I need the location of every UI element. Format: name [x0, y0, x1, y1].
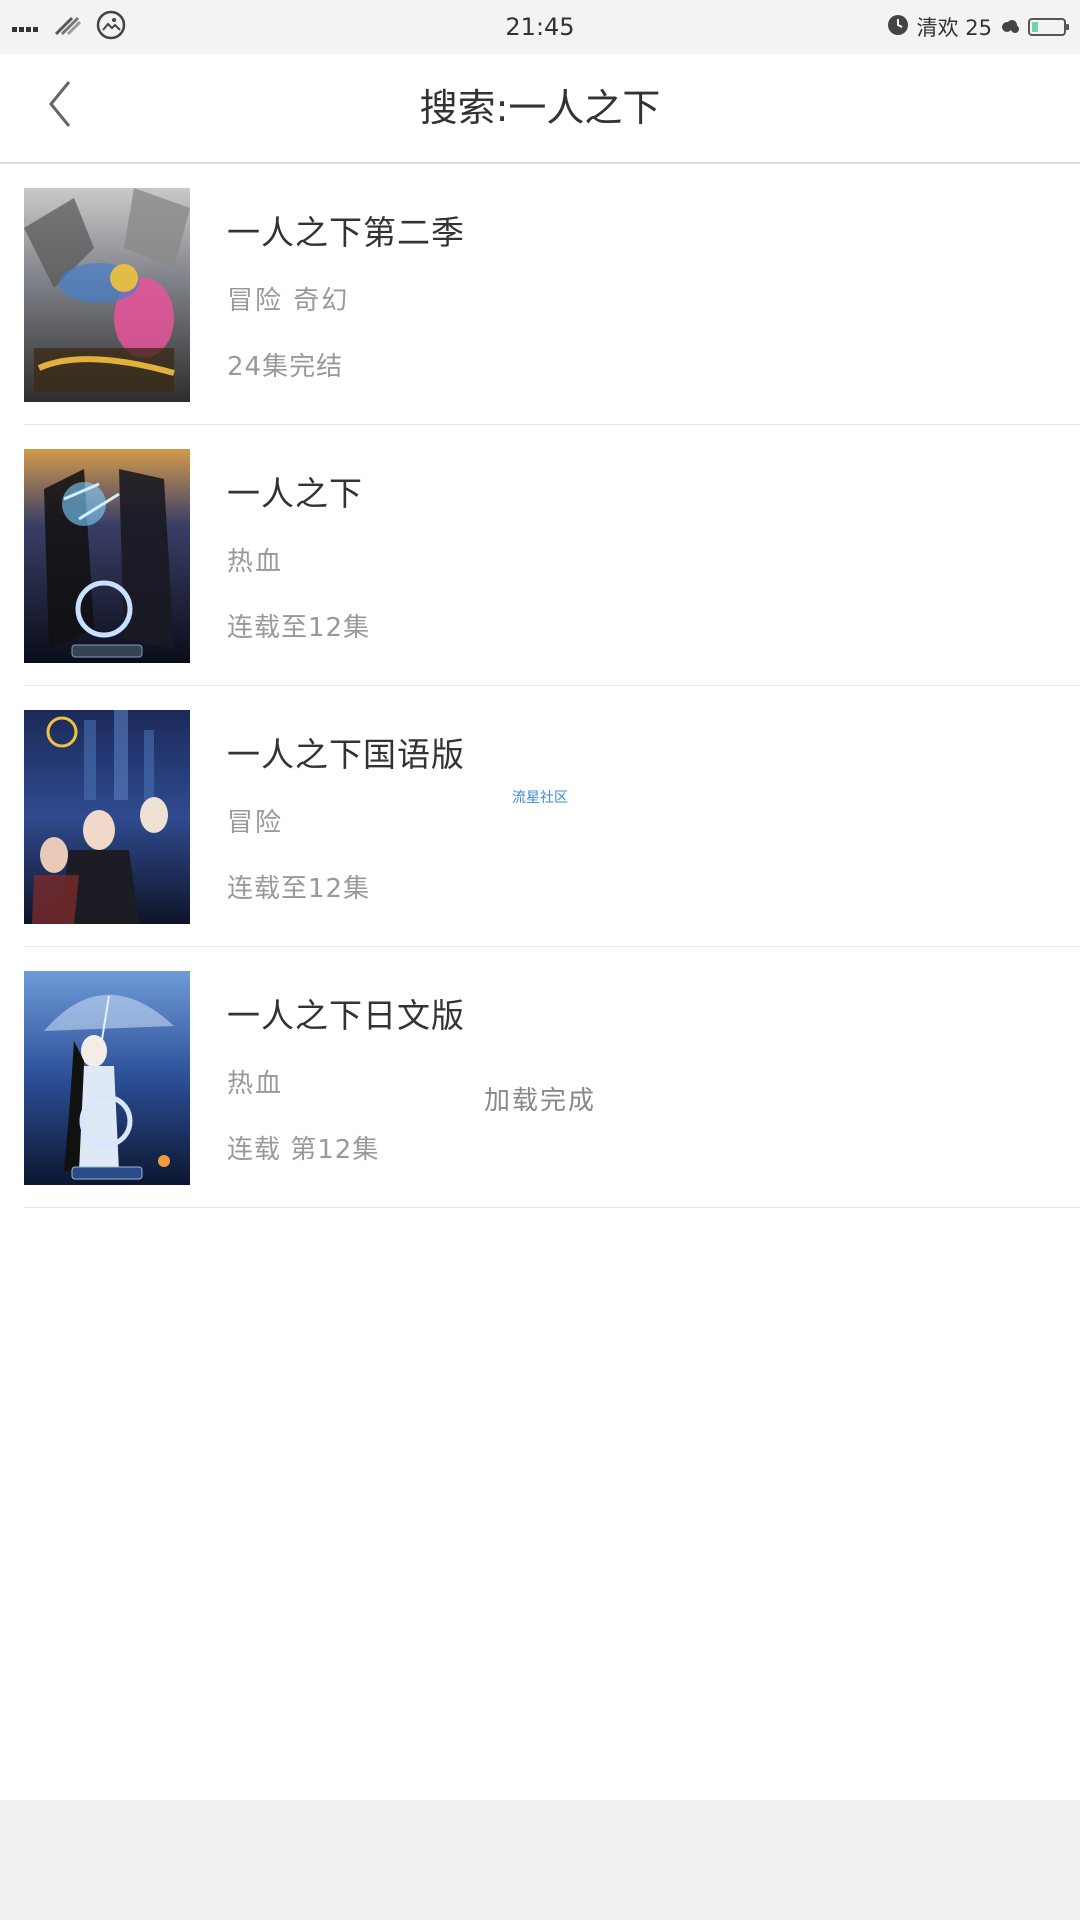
result-item-3[interactable]: 一人之下国语版 冒险 连载至12集 — [24, 686, 1080, 947]
result-item-2[interactable]: 一人之下 热血 连载至12集 — [24, 425, 1080, 686]
result-status: 连载至12集 — [227, 874, 371, 904]
watermark-text: 流星社区 — [512, 790, 568, 806]
result-title: 一人之下 — [227, 474, 363, 513]
result-title: 一人之下日文版 — [227, 996, 465, 1035]
top-app-bar: 搜索:一人之下 — [0, 54, 1080, 164]
weather-text: 清欢 25 — [916, 16, 992, 40]
result-title: 一人之下第二季 — [227, 213, 465, 252]
screen: 21:45 清欢 25 搜索:一人之下 一人之下第二季 冒险 奇幻 24集完结 … — [0, 0, 1080, 1920]
load-complete-label: 加载完成 — [483, 1086, 596, 1116]
result-title: 一人之下国语版 — [227, 735, 465, 774]
status-bar: 21:45 清欢 25 — [0, 0, 1080, 54]
battery-icon — [1028, 18, 1069, 36]
weather-icon — [1000, 15, 1020, 39]
result-item-4[interactable]: 一人之下日文版 热血 连载 第12集 — [24, 947, 1080, 1208]
clock-icon — [887, 14, 909, 41]
bottom-blank-area — [0, 1800, 1080, 1920]
result-status: 连载 第12集 — [227, 1135, 380, 1165]
poster-image — [24, 449, 190, 663]
result-status: 连载至12集 — [227, 613, 371, 643]
result-genre: 冒险 — [227, 808, 284, 838]
result-genre: 冒险 奇幻 — [227, 286, 350, 316]
poster-image — [24, 188, 190, 402]
battery-level — [1032, 22, 1038, 32]
search-results-list: 一人之下第二季 冒险 奇幻 24集完结 一人之下 热血 连载至12集 一人之下国… — [0, 164, 1080, 1800]
result-item-1[interactable]: 一人之下第二季 冒险 奇幻 24集完结 — [24, 164, 1080, 425]
poster-image — [24, 710, 190, 924]
result-status: 24集完结 — [227, 352, 344, 382]
poster-image — [24, 971, 190, 1185]
result-genre: 热血 — [227, 547, 284, 577]
status-icons-right: 清欢 25 — [887, 8, 1069, 46]
page-title: 搜索:一人之下 — [419, 86, 661, 130]
